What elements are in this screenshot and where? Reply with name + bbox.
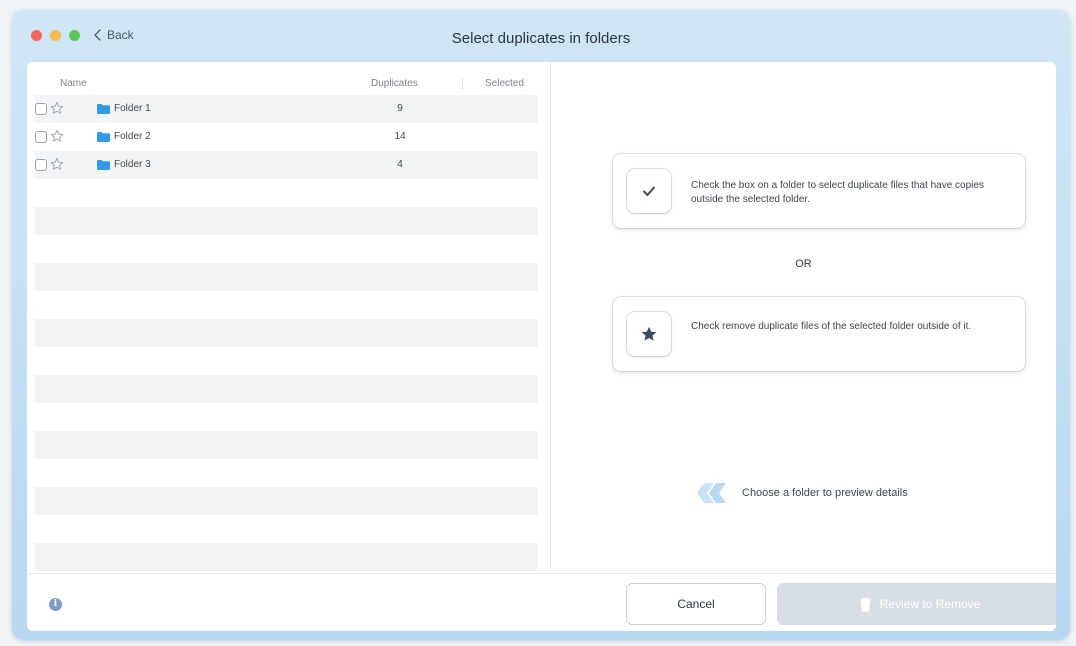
star-outline-icon[interactable] (50, 129, 64, 143)
folder-table: Folder 1 9 Folder 2 14 Folder 3 4 (35, 95, 538, 573)
main-panel: Name Duplicates Selected Folder 1 9 Fold… (27, 62, 1056, 631)
info-icon[interactable]: i (49, 598, 62, 611)
duplicates-count: 9 (397, 103, 403, 114)
table-header: Name Duplicates Selected (27, 74, 550, 94)
checkbox-help-text: Check the box on a folder to select dupl… (691, 180, 984, 205)
window-title: Select duplicates in folders (451, 30, 631, 47)
empty-row (35, 263, 538, 291)
empty-row (35, 319, 538, 347)
table-row[interactable]: Folder 2 14 (35, 123, 538, 151)
empty-row (35, 235, 538, 263)
row-checkbox[interactable] (35, 131, 47, 143)
empty-row (35, 375, 538, 403)
empty-row (35, 543, 538, 571)
star-filled-icon (641, 326, 657, 341)
cancel-button[interactable]: Cancel (626, 583, 766, 625)
star-tile (627, 312, 671, 356)
column-header-selected[interactable]: Selected (485, 78, 524, 89)
folder-name: Folder 1 (114, 103, 151, 114)
star-help-text: Check remove duplicate files of the sele… (691, 321, 972, 332)
folder-icon (97, 160, 110, 170)
review-to-remove-label: Review to Remove (879, 597, 981, 611)
column-header-name[interactable]: Name (60, 78, 87, 89)
empty-row (35, 431, 538, 459)
empty-row (35, 487, 538, 515)
empty-row (35, 459, 538, 487)
empty-row (35, 515, 538, 543)
empty-row (35, 207, 538, 235)
empty-row (35, 291, 538, 319)
checkbox-help-card: Check the box on a folder to select dupl… (613, 154, 1025, 228)
folder-list-pane: Name Duplicates Selected Folder 1 9 Fold… (27, 62, 551, 573)
double-chevron-left-icon (697, 483, 726, 503)
empty-row (35, 347, 538, 375)
folder-icon (97, 132, 110, 142)
footer-bar: i Cancel Review to Remove (27, 573, 1056, 631)
or-divider-label: OR (795, 258, 812, 270)
star-help-card: Check remove duplicate files of the sele… (613, 297, 1025, 371)
table-row[interactable]: Folder 3 4 (35, 151, 538, 179)
star-outline-icon[interactable] (50, 157, 64, 171)
row-checkbox[interactable] (35, 103, 47, 115)
folder-icon (97, 104, 110, 114)
duplicates-count: 4 (397, 159, 403, 170)
column-divider (462, 78, 463, 90)
preview-hint-text: Choose a folder to preview details (742, 487, 908, 499)
row-checkbox[interactable] (35, 159, 47, 171)
folder-name: Folder 3 (114, 159, 151, 170)
star-outline-icon[interactable] (50, 101, 64, 115)
empty-row (35, 179, 538, 207)
title-bar: Back Select duplicates in folders (12, 10, 1070, 62)
trash-icon (859, 597, 871, 612)
review-to-remove-button[interactable]: Review to Remove (777, 583, 1056, 625)
preview-hint: Choose a folder to preview details (692, 483, 908, 503)
folder-name: Folder 2 (114, 131, 151, 142)
checkmark-tile (627, 169, 671, 213)
duplicates-count: 14 (394, 131, 406, 142)
checkmark-icon (643, 186, 655, 196)
column-header-duplicates[interactable]: Duplicates (371, 78, 418, 89)
preview-pane: Check the box on a folder to select dupl… (551, 62, 1056, 573)
table-row[interactable]: Folder 1 9 (35, 95, 538, 123)
app-window: Back Select duplicates in folders Name D… (12, 10, 1070, 640)
empty-row (35, 403, 538, 431)
